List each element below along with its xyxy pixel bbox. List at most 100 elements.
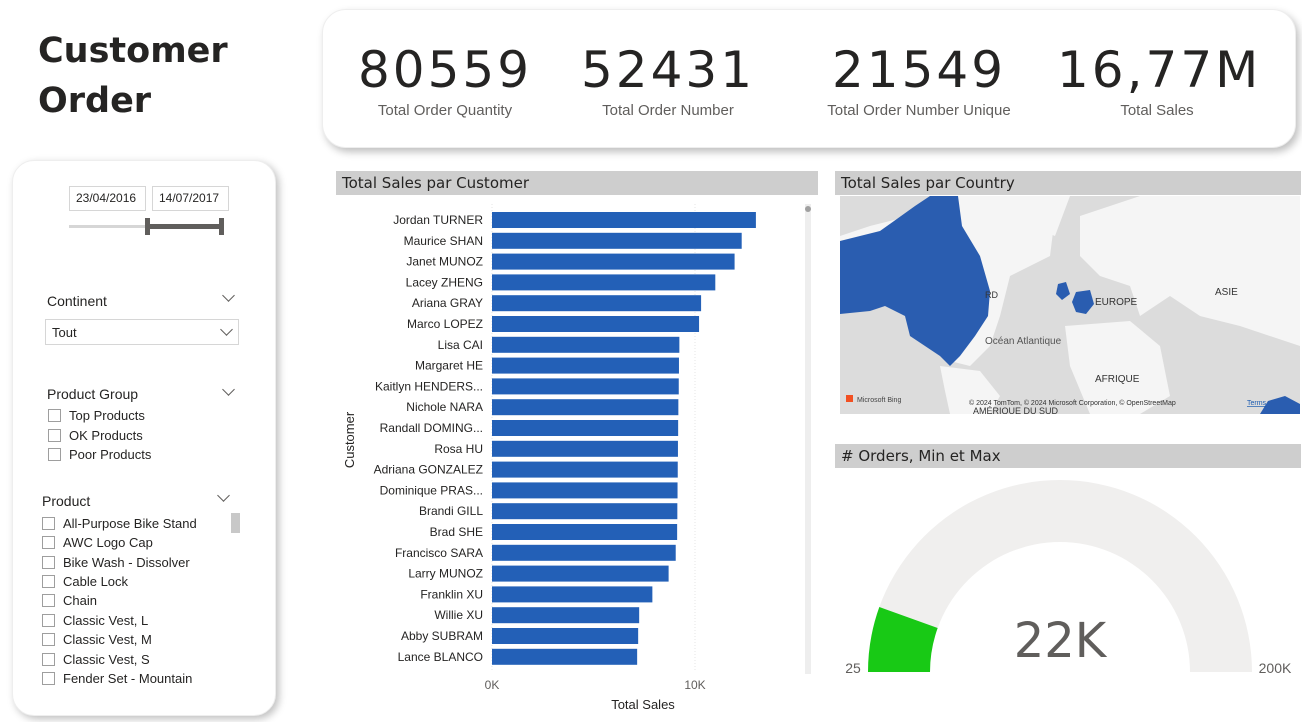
bar[interactable] bbox=[492, 565, 669, 582]
product-item[interactable]: Chain bbox=[42, 591, 97, 609]
product-item[interactable]: All-Purpose Bike Stand bbox=[42, 514, 197, 532]
map-region-germany-france[interactable] bbox=[1072, 290, 1094, 314]
bar[interactable] bbox=[492, 524, 678, 540]
checkbox[interactable] bbox=[42, 516, 55, 530]
bar[interactable] bbox=[492, 378, 679, 395]
bar[interactable] bbox=[492, 316, 700, 332]
product-group-item[interactable]: Top Products bbox=[48, 406, 145, 424]
product-group-item[interactable]: Poor Products bbox=[48, 445, 151, 463]
chart-scrollbar-track[interactable] bbox=[805, 204, 811, 674]
category-label: Lacey ZHENG bbox=[406, 275, 483, 289]
continent-dropdown[interactable]: Tout bbox=[45, 319, 239, 345]
bar[interactable] bbox=[492, 295, 702, 312]
date-slider-start-handle[interactable] bbox=[145, 218, 150, 235]
y-axis-label: Customer bbox=[342, 411, 357, 468]
category-label: Rosa HU bbox=[434, 442, 483, 456]
bar[interactable] bbox=[492, 420, 679, 436]
bar[interactable] bbox=[492, 628, 639, 644]
item-label: Classic Vest, S bbox=[63, 651, 150, 667]
checkbox[interactable] bbox=[42, 574, 55, 588]
kpi-total-order-number: 52431 Total Order Number bbox=[568, 40, 768, 119]
bar[interactable] bbox=[492, 274, 716, 291]
map-canvas: EUROPE ASIE Océan Atlantique AFRIQUE AMÉ… bbox=[840, 196, 1300, 414]
category-label: Lisa CAI bbox=[438, 338, 483, 352]
product-group-item[interactable]: OK Products bbox=[48, 426, 143, 444]
category-label: Adriana GONZALEZ bbox=[374, 463, 483, 477]
chevron-down-icon bbox=[220, 323, 233, 336]
gauge-min-label: 25 bbox=[845, 660, 861, 676]
bar[interactable] bbox=[492, 586, 653, 603]
kpi-value: 80559 bbox=[357, 41, 533, 99]
chevron-down-icon[interactable] bbox=[217, 489, 230, 502]
map-label-amerique-sud: AMÉRIQUE DU SUD bbox=[973, 406, 1059, 414]
checkbox[interactable] bbox=[42, 652, 55, 666]
category-label: Brad SHE bbox=[430, 525, 483, 539]
bing-logo-icon bbox=[846, 395, 853, 402]
kpi-value: 52431 bbox=[580, 41, 756, 99]
continent-selected: Tout bbox=[52, 325, 77, 340]
filter-panel: 23/04/2016 14/07/2017 Continent Tout Pro… bbox=[12, 160, 276, 716]
kpi-label: Total Order Quantity bbox=[377, 102, 513, 119]
checkbox[interactable] bbox=[42, 632, 55, 646]
item-label: Classic Vest, M bbox=[63, 631, 152, 647]
product-item[interactable]: AWC Logo Cap bbox=[42, 533, 153, 551]
gauge-value-label: 22K bbox=[1014, 613, 1108, 669]
kpi-card: 80559 Total Order Quantity 52431 Total O… bbox=[322, 9, 1296, 148]
category-label: Abby SUBRAM bbox=[401, 629, 483, 643]
map-label-rd: RD bbox=[985, 290, 998, 300]
category-label: Brandi GILL bbox=[419, 504, 483, 518]
bar[interactable] bbox=[492, 399, 679, 416]
category-label: Dominique PRAS... bbox=[380, 483, 483, 497]
bar[interactable] bbox=[492, 336, 680, 353]
product-item[interactable]: Classic Vest, L bbox=[42, 611, 148, 629]
kpi-label: Total Order Number Unique bbox=[827, 102, 1011, 119]
category-label: Margaret HE bbox=[415, 359, 483, 373]
bar-chart-title: Total Sales par Customer bbox=[336, 171, 818, 195]
map-region-uk[interactable] bbox=[1056, 282, 1070, 300]
map-logo-text: Microsoft Bing bbox=[857, 397, 901, 404]
checkbox[interactable] bbox=[42, 535, 55, 549]
product-item[interactable]: Bike Wash - Dissolver bbox=[42, 553, 190, 571]
checkbox[interactable] bbox=[48, 408, 61, 422]
chevron-down-icon[interactable] bbox=[222, 289, 235, 302]
product-item[interactable]: Cable Lock bbox=[42, 572, 128, 590]
checkbox[interactable] bbox=[42, 671, 55, 685]
bar[interactable] bbox=[492, 212, 756, 228]
kpi-label: Total Order Number bbox=[602, 102, 734, 119]
checkbox[interactable] bbox=[42, 613, 55, 627]
date-start-input[interactable]: 23/04/2016 bbox=[69, 186, 146, 211]
bar[interactable] bbox=[492, 232, 742, 249]
date-end-input[interactable]: 14/07/2017 bbox=[152, 186, 229, 211]
checkbox[interactable] bbox=[48, 428, 61, 442]
product-item[interactable]: Fender Set - Mountain bbox=[42, 669, 192, 687]
chart-scrollbar-thumb[interactable] bbox=[805, 206, 811, 212]
checkbox[interactable] bbox=[42, 555, 55, 569]
x-tick-label: 10K bbox=[684, 678, 705, 692]
product-item[interactable]: Classic Vest, M bbox=[42, 630, 152, 648]
item-label: Bike Wash - Dissolver bbox=[63, 554, 190, 570]
bar[interactable] bbox=[492, 440, 678, 457]
product-list-scrollbar[interactable] bbox=[231, 513, 240, 533]
bar[interactable] bbox=[492, 648, 638, 665]
bar[interactable] bbox=[492, 607, 640, 624]
category-label: Willie XU bbox=[434, 608, 483, 622]
category-label: Lance BLANCO bbox=[398, 650, 483, 664]
bar[interactable] bbox=[492, 482, 678, 499]
product-item[interactable]: Classic Vest, S bbox=[42, 650, 150, 668]
item-label: OK Products bbox=[69, 427, 143, 443]
checkbox[interactable] bbox=[48, 447, 61, 461]
category-label: Larry MUNOZ bbox=[408, 567, 483, 581]
checkbox[interactable] bbox=[42, 593, 55, 607]
item-label: All-Purpose Bike Stand bbox=[63, 515, 197, 531]
bar[interactable] bbox=[492, 357, 679, 374]
map-terms-link[interactable]: Terms bbox=[1247, 400, 1267, 407]
bar[interactable] bbox=[492, 253, 735, 270]
country-map[interactable]: EUROPE ASIE Océan Atlantique AFRIQUE AMÉ… bbox=[840, 196, 1300, 414]
bar[interactable] bbox=[492, 503, 678, 520]
kpi-total-sales: 16,77M Total Sales bbox=[1057, 40, 1258, 119]
chevron-down-icon[interactable] bbox=[222, 383, 235, 396]
bar[interactable] bbox=[492, 461, 678, 478]
date-slider-end-handle[interactable] bbox=[219, 218, 224, 235]
category-label: Ariana GRAY bbox=[412, 296, 483, 310]
bar[interactable] bbox=[492, 544, 676, 561]
